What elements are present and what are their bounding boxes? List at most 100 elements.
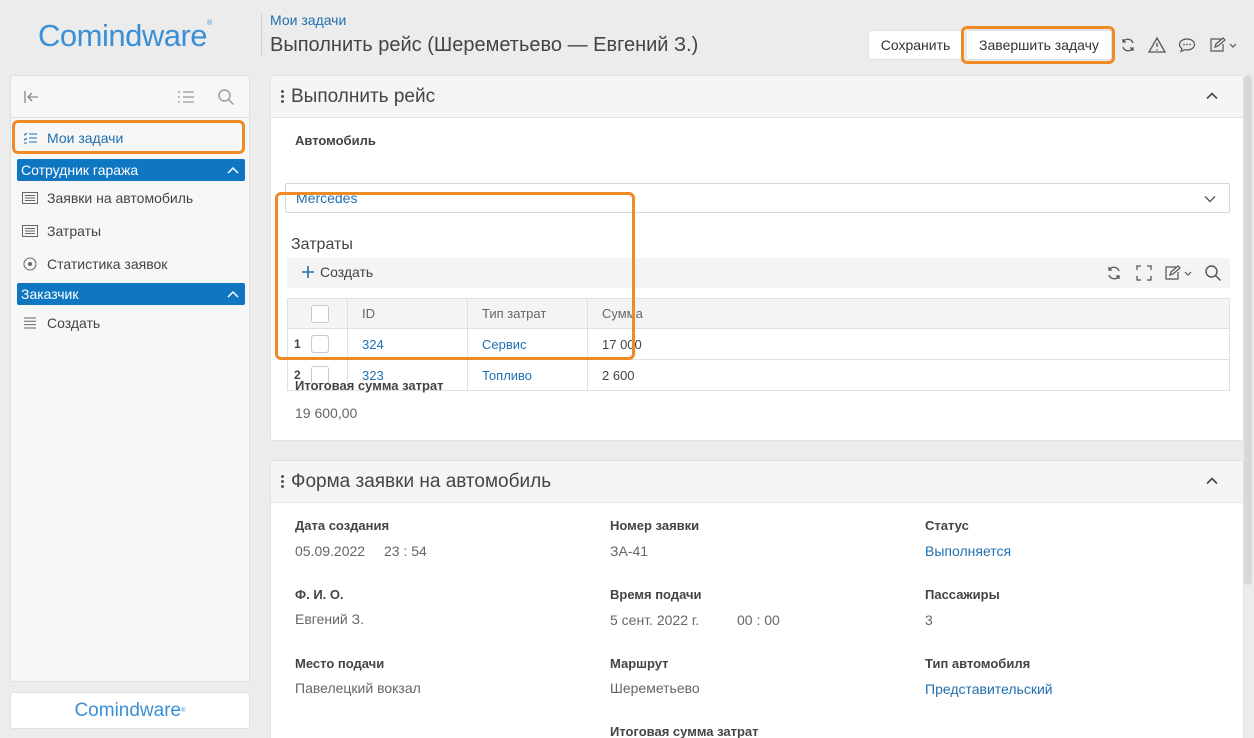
- panel-header[interactable]: Выполнить рейс: [271, 76, 1243, 118]
- sidebar-item-my-tasks[interactable]: Мои задачи: [21, 124, 123, 152]
- cell-sum: 2 600: [587, 359, 1230, 391]
- sidebar-item-label: Затраты: [47, 223, 102, 239]
- row-checkbox-cell[interactable]: [309, 328, 348, 360]
- scrollbar[interactable]: [1244, 75, 1252, 585]
- panel-title: Форма заявки на автомобиль: [291, 470, 552, 492]
- created-label: Дата создания: [295, 518, 390, 533]
- chevron-up-icon: [227, 166, 239, 174]
- drag-handle-icon[interactable]: [279, 475, 285, 488]
- time-label: Время подачи: [610, 587, 702, 602]
- warning-icon[interactable]: [1146, 34, 1168, 56]
- sidebar-group-label: Сотрудник гаража: [21, 162, 139, 178]
- bottom-logo: Comindware ®: [10, 692, 250, 729]
- drag-handle-icon[interactable]: [279, 90, 285, 103]
- task-list-icon: [21, 132, 39, 144]
- chevron-down-icon: [1204, 196, 1216, 203]
- fullscreen-icon[interactable]: [1133, 262, 1155, 284]
- sidebar-item-label: Заявки на автомобиль: [47, 190, 194, 206]
- cartype-value[interactable]: Представительский: [925, 681, 1053, 697]
- search-icon[interactable]: [1202, 262, 1224, 284]
- search-icon[interactable]: [215, 86, 237, 108]
- sidebar-item-label: Статистика заявок: [47, 256, 168, 272]
- cell-type[interactable]: Топливо: [467, 359, 588, 391]
- passengers-value: 3: [925, 612, 933, 628]
- panel-title: Выполнить рейс: [291, 85, 436, 107]
- refresh-icon[interactable]: [1117, 34, 1139, 56]
- created-time: 23 : 54: [384, 543, 427, 559]
- sidebar: Мои задачи Сотрудник гаража Заявки на ав…: [10, 75, 250, 682]
- target-icon: [21, 257, 39, 271]
- car-label: Автомобиль: [295, 133, 376, 148]
- sidebar-item-label: Мои задачи: [47, 130, 124, 146]
- route-label: Маршрут: [610, 656, 669, 671]
- panel-car-request-form: Форма заявки на автомобиль Дата создания…: [270, 460, 1244, 738]
- status-value[interactable]: Выполняется: [925, 543, 1011, 559]
- cartype-label: Тип автомобиля: [925, 656, 1031, 671]
- number-value: ЗА-41: [610, 543, 649, 559]
- cell-id[interactable]: 324: [347, 328, 468, 360]
- created-date: 05.09.2022: [295, 543, 366, 559]
- sidebar-item-costs[interactable]: Затраты: [21, 217, 101, 245]
- sidebar-item-car-requests[interactable]: Заявки на автомобиль: [21, 184, 193, 212]
- total-costs-value: 19 600,00: [295, 405, 358, 421]
- time-time: 00 : 00: [737, 612, 780, 628]
- edit-icon[interactable]: [1162, 262, 1196, 284]
- costs-toolbar: Создать: [287, 258, 1230, 288]
- chevron-up-icon[interactable]: [1205, 474, 1219, 488]
- number-label: Номер заявки: [610, 518, 700, 533]
- app-logo: Comindware®: [38, 18, 212, 53]
- collapse-left-icon[interactable]: [21, 86, 43, 108]
- list-icon[interactable]: [175, 86, 197, 108]
- car-select-value: Mercedes: [296, 190, 358, 206]
- complete-task-button[interactable]: Завершить задачу: [966, 30, 1112, 60]
- sidebar-group-customer[interactable]: Заказчик: [17, 283, 245, 305]
- cell-type[interactable]: Сервис: [467, 328, 588, 360]
- car-select[interactable]: Mercedes: [285, 183, 1230, 213]
- sidebar-toolbar: [11, 76, 249, 118]
- panel-execute-trip: Выполнить рейс Автомобиль Mercedes Затра…: [270, 75, 1244, 441]
- breadcrumb[interactable]: Мои задачи: [270, 12, 346, 28]
- save-button[interactable]: Сохранить: [868, 30, 963, 60]
- column-header-id[interactable]: ID: [347, 298, 468, 329]
- row-number: 1: [287, 328, 310, 360]
- create-label: Создать: [320, 264, 374, 280]
- chevron-up-icon: [227, 290, 239, 298]
- page-title: Выполнить рейс (Шереметьево — Евгений З.…: [270, 34, 699, 56]
- table-list-icon: [21, 225, 39, 237]
- comment-icon[interactable]: [1176, 34, 1198, 56]
- table-row[interactable]: 1 324 Сервис 17 000: [287, 328, 1230, 360]
- edit-icon[interactable]: [1206, 34, 1242, 56]
- place-label: Место подачи: [295, 656, 385, 671]
- select-all-header[interactable]: [309, 298, 348, 329]
- sidebar-item-create[interactable]: Создать: [21, 309, 100, 337]
- row-number-header: [287, 298, 310, 329]
- create-cost-button[interactable]: Создать: [301, 264, 373, 280]
- sidebar-item-label: Создать: [47, 315, 101, 331]
- status-label: Статус: [925, 518, 969, 533]
- select-all-checkbox[interactable]: [310, 304, 329, 323]
- sidebar-group-label: Заказчик: [21, 286, 79, 302]
- sidebar-item-statistics[interactable]: Статистика заявок: [21, 250, 167, 278]
- total-costs-label-2: Итоговая сумма затрат: [610, 724, 759, 738]
- passengers-label: Пассажиры: [925, 587, 1000, 602]
- chevron-up-icon[interactable]: [1205, 89, 1219, 103]
- place-value: Павелецкий вокзал: [295, 680, 421, 696]
- total-costs-label: Итоговая сумма затрат: [295, 378, 444, 393]
- lines-icon: [21, 317, 39, 329]
- column-header-type[interactable]: Тип затрат: [467, 298, 588, 329]
- row-checkbox[interactable]: [310, 335, 329, 353]
- header-divider: [261, 14, 262, 56]
- refresh-icon[interactable]: [1103, 262, 1125, 284]
- column-header-sum[interactable]: Сумма: [587, 298, 1230, 329]
- plus-icon: [302, 266, 314, 278]
- panel-header[interactable]: Форма заявки на автомобиль: [271, 461, 1243, 503]
- sidebar-group-garage[interactable]: Сотрудник гаража: [17, 159, 245, 181]
- table-header-row: ID Тип затрат Сумма: [287, 298, 1230, 329]
- cell-sum: 17 000: [587, 328, 1230, 360]
- route-value: Шереметьево: [610, 680, 700, 696]
- table-list-icon: [21, 192, 39, 204]
- fio-label: Ф. И. О.: [295, 587, 344, 602]
- time-date: 5 сент. 2022 г.: [610, 612, 700, 628]
- fio-value: Евгений З.: [295, 611, 364, 627]
- costs-title: Затраты: [291, 236, 353, 253]
